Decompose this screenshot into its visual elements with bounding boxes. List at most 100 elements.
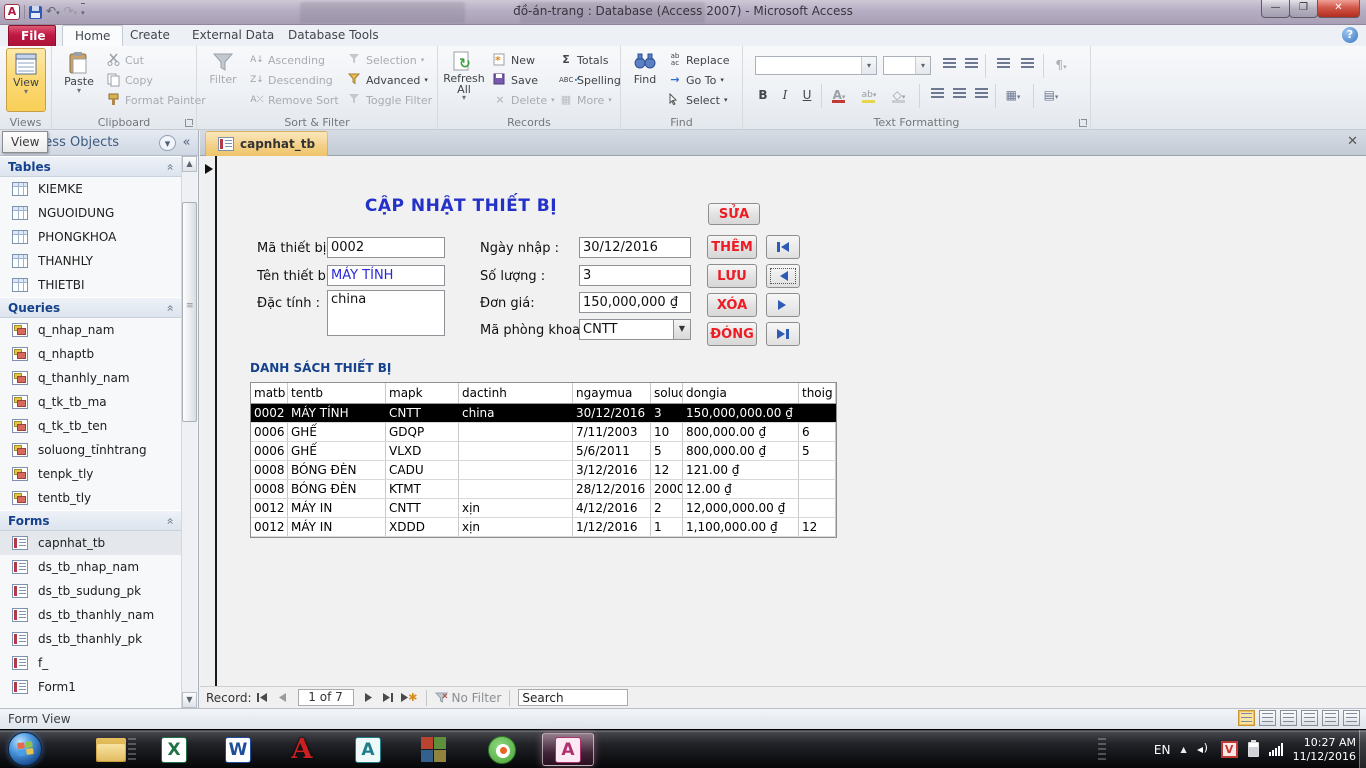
nav-item-THIETBI[interactable]: THIETBI bbox=[0, 273, 182, 297]
nav-item-q_tk_tb_ma[interactable]: q_tk_tb_ma bbox=[0, 390, 182, 414]
background-color-button[interactable]: ◇▾ bbox=[889, 86, 909, 105]
shutter-close-icon[interactable]: « bbox=[178, 135, 195, 151]
network-signal-icon[interactable] bbox=[1269, 743, 1283, 756]
last-record-nav-button[interactable] bbox=[380, 690, 398, 706]
first-record-nav-button[interactable] bbox=[254, 690, 272, 706]
align-left-button[interactable] bbox=[927, 86, 947, 105]
copy-button[interactable]: Copy bbox=[104, 70, 156, 90]
font-size-combo[interactable]: ▾ bbox=[883, 56, 931, 75]
vietkey-icon[interactable]: V bbox=[1221, 741, 1238, 758]
nav-item-Form1[interactable]: Form1 bbox=[0, 675, 182, 699]
bold-button[interactable]: B bbox=[753, 86, 773, 105]
matb-input[interactable]: 0002 bbox=[327, 237, 445, 258]
battery-icon[interactable] bbox=[1248, 742, 1259, 757]
nav-item-q_nhap_nam[interactable]: q_nhap_nam bbox=[0, 318, 182, 342]
nav-item-THANHLY[interactable]: THANHLY bbox=[0, 249, 182, 273]
save-record-button[interactable]: Save bbox=[490, 70, 541, 90]
collapse-chevron-icon[interactable]: « bbox=[160, 517, 180, 524]
search-input[interactable] bbox=[518, 689, 628, 706]
nav-section-header-tables[interactable]: Tables« bbox=[0, 156, 182, 177]
start-button[interactable] bbox=[8, 732, 42, 766]
taskbar-explorer-button[interactable] bbox=[85, 733, 137, 766]
tab-create[interactable]: Create bbox=[118, 25, 182, 46]
align-center-button[interactable] bbox=[949, 86, 969, 105]
font-name-combo[interactable]: ▾ bbox=[755, 56, 877, 75]
increase-indent-button[interactable] bbox=[1017, 56, 1037, 75]
select-button[interactable]: Select▾ bbox=[665, 90, 730, 110]
nav-item-q_tk_tb_ten[interactable]: q_tk_tb_ten bbox=[0, 414, 182, 438]
design-view-button[interactable] bbox=[1322, 710, 1339, 726]
new-record-button[interactable]: * New bbox=[490, 50, 538, 70]
nav-item-PHONGKHOA[interactable]: PHONGKHOA bbox=[0, 225, 182, 249]
last-record-button[interactable] bbox=[766, 322, 800, 346]
xoa-button[interactable]: XÓA bbox=[707, 293, 757, 317]
nav-item-ds_tb_nhap_nam[interactable]: ds_tb_nhap_nam bbox=[0, 555, 182, 579]
advanced-button[interactable]: Advanced▾ bbox=[345, 70, 431, 90]
previous-record-button[interactable] bbox=[766, 264, 800, 288]
taskbar-access-button[interactable]: A bbox=[542, 733, 594, 766]
dongia-input[interactable]: 150,000,000 ₫ bbox=[579, 292, 691, 313]
find-button[interactable]: Find bbox=[627, 48, 663, 112]
help-icon[interactable]: ? bbox=[1342, 27, 1358, 43]
minimize-button[interactable]: — bbox=[1261, 0, 1290, 18]
spelling-button[interactable]: ABC✓ Spelling bbox=[556, 70, 624, 90]
dactinh-input[interactable]: china bbox=[327, 290, 445, 336]
toggle-filter-button[interactable]: Toggle Filter bbox=[345, 90, 435, 110]
nav-item-KIEMKE[interactable]: KIEMKE bbox=[0, 177, 182, 201]
taskbar-word-button[interactable]: W bbox=[212, 733, 264, 766]
pivottable-view-button[interactable] bbox=[1280, 710, 1297, 726]
dialog-launcher-icon[interactable] bbox=[1079, 119, 1087, 127]
replace-button[interactable]: abac Replace bbox=[665, 50, 733, 70]
taskbar-autocad-button[interactable]: A bbox=[342, 733, 394, 766]
tab-external-data[interactable]: External Data bbox=[180, 25, 286, 46]
view-button[interactable]: View ▾ bbox=[6, 48, 46, 112]
first-record-button[interactable] bbox=[766, 235, 800, 259]
italic-button[interactable]: I bbox=[775, 86, 795, 105]
them-button[interactable]: THÊM bbox=[707, 235, 757, 259]
paste-button[interactable]: Paste ▾ bbox=[60, 48, 98, 112]
underline-button[interactable]: U bbox=[797, 86, 817, 105]
nav-scrollbar[interactable]: ▲ ▼ bbox=[181, 156, 197, 708]
nav-item-tenpk_tly[interactable]: tenpk_tly bbox=[0, 462, 182, 486]
nav-item-NGUOIDUNG[interactable]: NGUOIDUNG bbox=[0, 201, 182, 225]
nav-menu-dropdown-icon[interactable]: ▾ bbox=[159, 135, 176, 151]
filter-button[interactable]: Filter bbox=[203, 48, 243, 112]
show-desktop-button[interactable] bbox=[1359, 730, 1366, 768]
nav-item-capnhat_tb[interactable]: capnhat_tb bbox=[0, 531, 182, 555]
remove-sort-button[interactable]: A⤫ Remove Sort bbox=[247, 90, 342, 110]
close-button[interactable]: ✕ bbox=[1317, 0, 1360, 18]
tab-database-tools[interactable]: Database Tools bbox=[276, 25, 391, 46]
table-row[interactable]: 0002MÁY TÍNHCNTTchina30/12/20163150,000,… bbox=[251, 404, 836, 423]
datasheet-view-button[interactable] bbox=[1259, 710, 1276, 726]
totals-button[interactable]: Σ Totals bbox=[556, 50, 611, 70]
chevron-down-icon[interactable]: ▾ bbox=[861, 57, 876, 74]
restore-button[interactable]: ❐ bbox=[1289, 0, 1318, 18]
collapse-chevron-icon[interactable]: « bbox=[160, 304, 180, 311]
nav-section-header-queries[interactable]: Queries« bbox=[0, 297, 182, 318]
sua-button[interactable]: SỬA bbox=[708, 203, 760, 225]
tab-home[interactable]: Home bbox=[62, 25, 123, 46]
ngaynhap-input[interactable]: 30/12/2016 bbox=[579, 237, 691, 258]
table-row[interactable]: 0006GHẾVLXD5/6/20115800,000.00 ₫5 bbox=[251, 442, 836, 461]
nav-section-header-forms[interactable]: Forms« bbox=[0, 510, 182, 531]
gridlines-button[interactable]: ▦▾ bbox=[1003, 86, 1023, 105]
table-row[interactable]: 0006GHẾGDQP7/11/200310800,000.00 ₫6 bbox=[251, 423, 836, 442]
goto-button[interactable]: → Go To▾ bbox=[665, 70, 727, 90]
clock[interactable]: 10:27 AM 11/12/2016 bbox=[1293, 736, 1356, 764]
dong-button[interactable]: ĐÓNG bbox=[707, 322, 757, 346]
chevron-down-icon[interactable]: ▾ bbox=[915, 57, 930, 74]
tab-file[interactable]: File bbox=[8, 25, 56, 46]
tab-capnhat_tb[interactable]: capnhat_tb bbox=[205, 131, 328, 156]
nav-item-q_nhaptb[interactable]: q_nhaptb bbox=[0, 342, 182, 366]
descending-button[interactable]: Z↓ Descending bbox=[247, 70, 336, 90]
scroll-down-icon[interactable]: ▼ bbox=[182, 692, 197, 708]
form-view-button[interactable] bbox=[1238, 710, 1255, 726]
delete-record-button[interactable]: × Delete▾ bbox=[490, 90, 558, 110]
ascending-button[interactable]: A↓ Ascending bbox=[247, 50, 328, 70]
language-indicator[interactable]: EN bbox=[1154, 743, 1171, 757]
record-position-box[interactable]: 1 of 7 bbox=[298, 689, 354, 706]
alternate-row-color-button[interactable]: ▤▾ bbox=[1041, 86, 1061, 105]
close-document-icon[interactable]: ✕ bbox=[1347, 134, 1358, 149]
dialog-launcher-icon[interactable] bbox=[185, 119, 193, 127]
bullet-list-button[interactable] bbox=[939, 56, 959, 75]
